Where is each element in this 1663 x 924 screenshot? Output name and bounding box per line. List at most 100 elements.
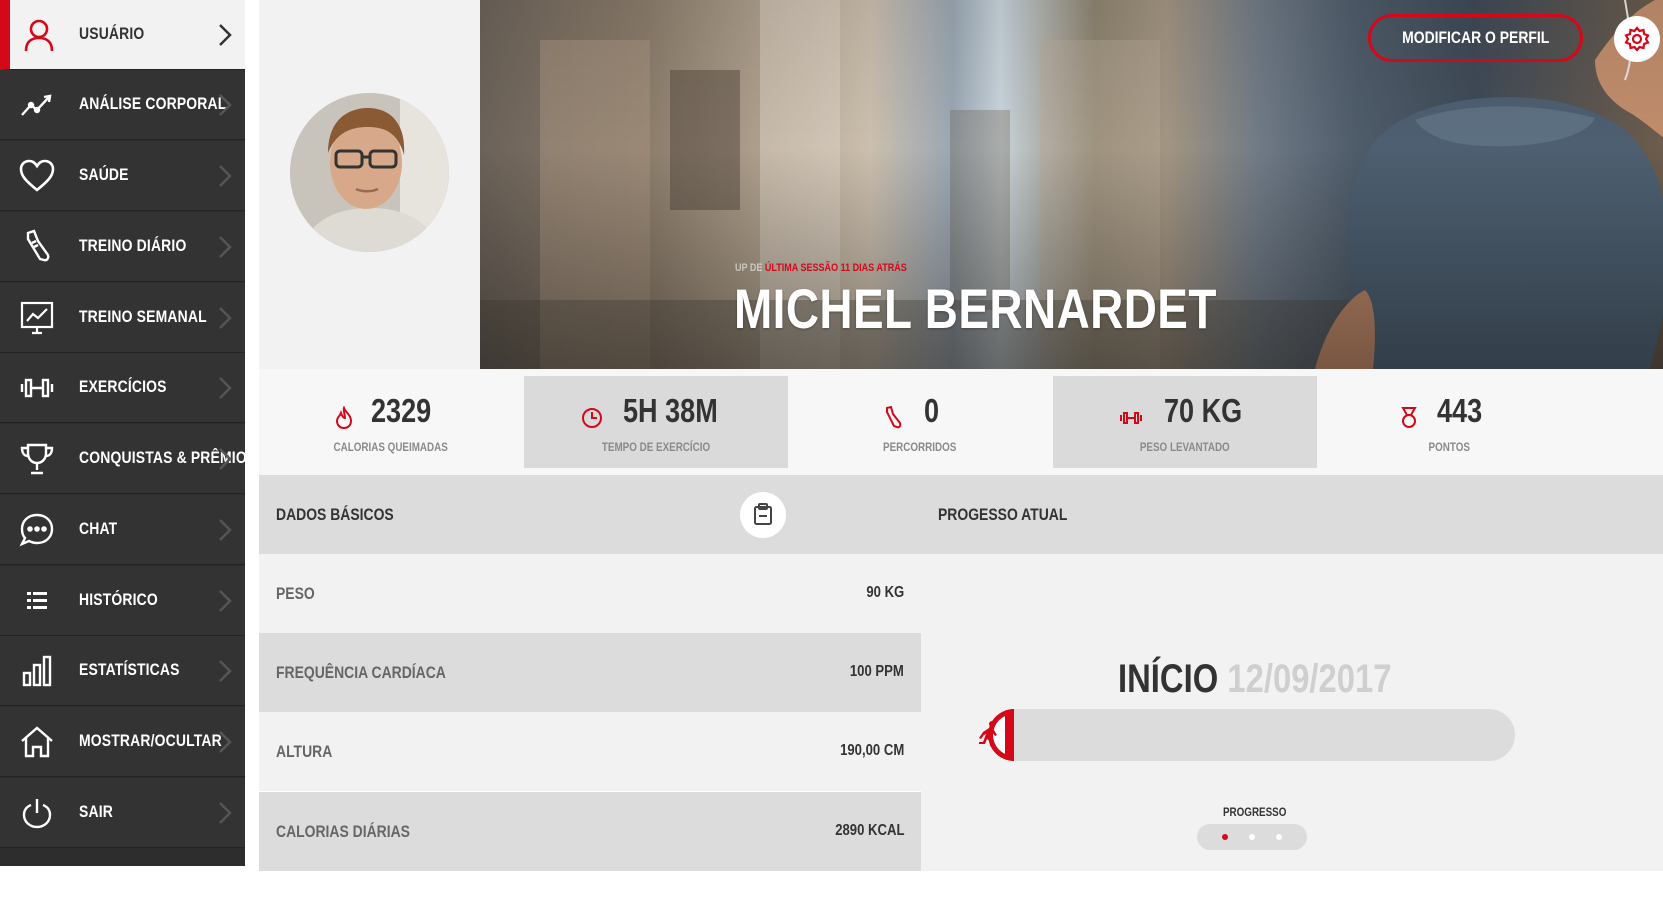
- edit-basic-data-button[interactable]: [740, 492, 786, 538]
- chevron-right-icon: [219, 377, 232, 399]
- chevron-right-icon: [219, 590, 232, 612]
- chevron-right-icon: [219, 24, 232, 46]
- clock-icon: [582, 408, 602, 428]
- stat-label: PERCORRIDOS: [883, 440, 957, 454]
- chevron-right-icon: [219, 731, 232, 753]
- sidebar-item-historico[interactable]: HISTÓRICO: [0, 566, 245, 636]
- stat-value: 0: [924, 392, 940, 429]
- gear-icon: [1624, 26, 1650, 52]
- sidebar-item-label: CHAT: [79, 519, 118, 538]
- hero-banner: UP DE ÚLTIMA SESSÃO 11 DIAS ATRÁS MICHEL…: [480, 0, 1663, 369]
- basic-data-title: DADOS BÁSICOS: [276, 505, 394, 524]
- chevron-right-icon: [219, 307, 232, 329]
- stat-label: PONTOS: [1428, 440, 1470, 454]
- chevron-right-icon: [219, 660, 232, 682]
- stat-value: 70 KG: [1164, 392, 1243, 429]
- stat-label: CALORIAS QUEIMADAS: [333, 440, 449, 454]
- sidebar-item-label: TREINO SEMANAL: [79, 307, 207, 326]
- progress-track: [988, 709, 1515, 761]
- stat-points: 443 PONTOS: [1317, 376, 1581, 468]
- medal-icon: [1401, 407, 1417, 428]
- avatar-photo: [290, 93, 449, 252]
- dumbbell-icon: [20, 378, 54, 398]
- carousel-dot-2[interactable]: [1249, 834, 1255, 840]
- row-label: FREQUÊNCIA CARDÍACA: [276, 663, 446, 682]
- sidebar-item-estatisticas[interactable]: ESTATÍSTICAS: [0, 636, 245, 706]
- row-label: ALTURA: [276, 742, 333, 761]
- stat-exercise-time: 5H 38M TEMPO DE EXERCÍCIO: [524, 376, 788, 468]
- sidebar-item-conquistas[interactable]: CONQUISTAS & PRÊMIOS: [0, 424, 256, 494]
- row-value: 100 PPM: [850, 663, 904, 680]
- trophy-icon: [20, 443, 54, 475]
- chevron-right-icon: [219, 236, 232, 258]
- stat-distance: 0 PERCORRIDOS: [788, 376, 1052, 468]
- stat-weight-lifted: 70 KG PESO LEVANTADO: [1053, 376, 1317, 468]
- sidebar-item-sair[interactable]: SAIR: [0, 778, 245, 848]
- sidebar-item-saude[interactable]: SAÚDE: [0, 141, 245, 211]
- chevron-right-icon: [219, 448, 232, 470]
- chevron-right-icon: [219, 165, 232, 187]
- stat-value: 443: [1437, 392, 1483, 429]
- flame-icon: [335, 406, 353, 430]
- row-value: 90 KG: [866, 584, 904, 601]
- start-date-heading: INÍCIO 12/09/2017: [1118, 657, 1392, 701]
- profile-header: UP DE ÚLTIMA SESSÃO 11 DIAS ATRÁS MICHEL…: [259, 0, 1663, 369]
- list-icon: [27, 592, 47, 609]
- sidebar-item-exercicios[interactable]: EXERCÍCIOS: [0, 353, 245, 423]
- sidebar-item-label: SAÚDE: [79, 165, 129, 184]
- sidebar-item-analise-corporal[interactable]: ANÁLISE CORPORAL: [0, 70, 245, 140]
- sidebar-item-label: HISTÓRICO: [79, 590, 158, 609]
- chat-icon: [19, 513, 54, 547]
- settings-button[interactable]: [1614, 16, 1660, 62]
- sidebar-item-label: ESTATÍSTICAS: [79, 660, 180, 679]
- sidebar-item-mostrar-ocultar[interactable]: MOSTRAR/OCULTAR: [0, 707, 245, 777]
- stat-value: 5H 38M: [623, 392, 718, 429]
- sidebar-item-label: SAIR: [79, 802, 113, 821]
- stats-bar: 2329 CALORIAS QUEIMADAS 5H 38M TEMPO DE …: [259, 369, 1663, 475]
- chevron-right-icon: [219, 94, 232, 116]
- heart-icon: [19, 159, 55, 192]
- carousel-dot-3[interactable]: [1276, 834, 1282, 840]
- dumbbell-icon: [1120, 412, 1142, 424]
- row-label: PESO: [276, 584, 315, 603]
- home-icon: [21, 726, 53, 758]
- row-value: 2890 KCAL: [834, 822, 904, 839]
- stat-calories: 2329 CALORIAS QUEIMADAS: [259, 376, 523, 468]
- basic-row-daily-calories: CALORIAS DIÁRIAS 2890 KCAL: [259, 792, 921, 871]
- trend-icon: [21, 94, 52, 116]
- sidebar-item-chat[interactable]: CHAT: [0, 495, 245, 565]
- power-icon: [22, 799, 52, 829]
- chevron-right-icon: [219, 802, 232, 824]
- user-name: MICHEL BERNARDET: [734, 277, 1217, 340]
- shoe-icon: [26, 229, 50, 262]
- stat-value: 2329: [371, 392, 432, 429]
- sidebar-item-label: EXERCÍCIOS: [79, 377, 167, 396]
- runner-icon: [979, 721, 997, 747]
- clipboard-icon: [754, 503, 772, 525]
- progress-header: PROGESSO ATUAL: [921, 475, 1663, 554]
- sidebar: USUÁRIO ANÁLISE CORPORAL SAÚDE TREINO DI…: [0, 0, 256, 866]
- carousel-dots: [1197, 824, 1307, 850]
- sidebar-item-treino-diario[interactable]: TREINO DIÁRIO: [0, 212, 245, 282]
- sidebar-item-usuario[interactable]: USUÁRIO: [0, 0, 245, 70]
- sidebar-item-label: USUÁRIO: [79, 24, 145, 43]
- basic-row-height: ALTURA 190,00 CM: [259, 712, 921, 791]
- modify-profile-button[interactable]: MODIFICAR O PERFIL: [1368, 14, 1583, 62]
- progress-title: PROGESSO ATUAL: [938, 505, 1068, 524]
- stat-label: PESO LEVANTADO: [1140, 440, 1230, 454]
- sidebar-item-label: TREINO DIÁRIO: [79, 236, 187, 255]
- shoe-icon: [886, 406, 902, 429]
- progress-panel: INÍCIO 12/09/2017 PROGRESSO: [921, 554, 1663, 871]
- progress-label: PROGRESSO: [1223, 805, 1287, 819]
- basic-row-weight: PESO 90 KG: [259, 554, 921, 633]
- carousel-dot-1[interactable]: [1222, 834, 1228, 840]
- bar-chart-icon: [22, 655, 52, 687]
- row-label: CALORIAS DIÁRIAS: [276, 822, 410, 841]
- sidebar-item-treino-semanal[interactable]: TREINO SEMANAL: [0, 283, 245, 353]
- basic-data-header: DADOS BÁSICOS: [259, 475, 921, 554]
- user-icon: [24, 19, 54, 52]
- stat-label: TEMPO DE EXERCÍCIO: [601, 440, 711, 454]
- last-session-text: UP DE ÚLTIMA SESSÃO 11 DIAS ATRÁS: [735, 262, 907, 274]
- avatar[interactable]: [290, 93, 449, 252]
- basic-row-heart-rate: FREQUÊNCIA CARDÍACA 100 PPM: [259, 633, 921, 712]
